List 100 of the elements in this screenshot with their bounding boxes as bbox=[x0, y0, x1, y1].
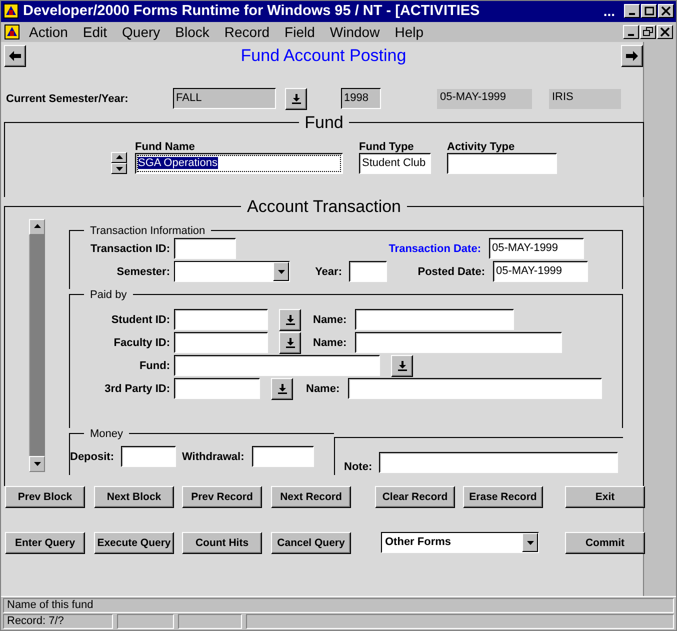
field-label: Withdrawal: bbox=[182, 450, 244, 463]
left-arrow-icon bbox=[9, 50, 21, 61]
menu-item[interactable]: Action bbox=[29, 24, 68, 40]
maximize-icon bbox=[644, 6, 654, 16]
list-button[interactable] bbox=[271, 378, 293, 400]
field-label: Faculty ID: bbox=[112, 336, 170, 349]
text-field[interactable] bbox=[447, 152, 557, 174]
text-field[interactable]: 05-MAY-1999 bbox=[489, 238, 584, 260]
up-arrow-icon bbox=[114, 152, 124, 162]
next-button[interactable] bbox=[621, 44, 643, 67]
text-field[interactable] bbox=[174, 378, 260, 400]
field-label: Fund: bbox=[138, 360, 170, 372]
form-button[interactable]: Prev Record bbox=[182, 486, 262, 508]
menu-item[interactable]: Edit bbox=[82, 24, 108, 40]
field-label: Deposit: bbox=[70, 450, 114, 463]
spin-down-button[interactable] bbox=[111, 162, 127, 174]
field-label: 3rd Party ID: bbox=[104, 382, 170, 395]
year-field[interactable]: 1998 bbox=[341, 88, 381, 110]
minimize-button[interactable] bbox=[624, 4, 640, 18]
field-label: Note: bbox=[344, 460, 372, 473]
minimize-icon bbox=[629, 13, 635, 16]
form-button[interactable]: Next Block bbox=[94, 486, 174, 508]
menu-item[interactable]: Block bbox=[175, 24, 210, 40]
form-button[interactable]: Count Hits bbox=[182, 532, 262, 554]
list-button[interactable] bbox=[285, 88, 307, 110]
list-button[interactable] bbox=[279, 308, 301, 331]
group-title: Money bbox=[89, 428, 124, 440]
forms-dropdown[interactable]: Other Forms bbox=[381, 532, 539, 553]
text-field[interactable] bbox=[354, 309, 514, 330]
semester-field[interactable]: FALL bbox=[173, 88, 276, 110]
field-label: Current Semester/Year: bbox=[6, 92, 130, 105]
download-arrow-icon bbox=[278, 384, 286, 394]
scroll-bar[interactable] bbox=[29, 218, 45, 472]
text-field[interactable]: Student Club bbox=[359, 152, 431, 174]
form-title: Fund Account Posting bbox=[240, 46, 408, 66]
field-label: Transaction Date: bbox=[388, 242, 481, 255]
previous-button[interactable] bbox=[4, 44, 26, 67]
section-title: Fund bbox=[304, 112, 344, 133]
restore-icon bbox=[643, 26, 653, 37]
field-label: Fund Name bbox=[135, 140, 196, 153]
download-arrow-icon bbox=[292, 94, 300, 104]
menu-item[interactable]: Record bbox=[224, 24, 270, 40]
form-button[interactable]: Prev Block bbox=[5, 486, 85, 508]
form-button[interactable]: Clear Record bbox=[375, 486, 455, 508]
form-button[interactable]: Next Record bbox=[271, 486, 351, 508]
text-field[interactable] bbox=[354, 332, 562, 354]
semester-dropdown[interactable] bbox=[174, 261, 290, 282]
form-button[interactable]: Exit bbox=[565, 486, 645, 508]
form-button[interactable]: Enter Query bbox=[5, 532, 85, 554]
title-ellipsis: ... bbox=[603, 3, 615, 20]
list-button[interactable] bbox=[391, 354, 413, 377]
maximize-button[interactable] bbox=[641, 4, 657, 18]
text-field[interactable]: SGA Operations bbox=[135, 152, 343, 174]
text-field[interactable] bbox=[174, 332, 268, 354]
form-button[interactable]: Commit bbox=[565, 532, 645, 554]
down-arrow-icon bbox=[276, 267, 286, 276]
field-label: Fund Type bbox=[359, 140, 415, 153]
menu-item[interactable]: Help bbox=[394, 24, 424, 40]
field-label: Transaction ID: bbox=[90, 242, 170, 255]
text-field[interactable] bbox=[349, 261, 387, 282]
list-button[interactable] bbox=[279, 332, 301, 354]
right-arrow-icon bbox=[626, 50, 638, 61]
menu-item[interactable]: Window bbox=[330, 24, 380, 40]
close-button[interactable] bbox=[657, 24, 673, 39]
section-title: Account Transaction bbox=[246, 196, 402, 217]
field-label: Semester: bbox=[116, 266, 170, 278]
field-label: Activity Type bbox=[447, 140, 516, 153]
field-label: Student ID: bbox=[110, 314, 170, 326]
field-label: Year: bbox=[314, 266, 342, 278]
field-label: Name: bbox=[306, 382, 340, 395]
date-display: 05-MAY-1999 bbox=[437, 88, 532, 109]
restore-button[interactable] bbox=[640, 24, 656, 39]
text-field[interactable] bbox=[174, 238, 236, 260]
field-label: Posted Date: bbox=[416, 266, 485, 278]
close-button[interactable] bbox=[658, 4, 674, 18]
minimize-icon bbox=[628, 34, 634, 36]
text-field[interactable] bbox=[252, 446, 314, 468]
menu-item[interactable]: Field bbox=[284, 24, 315, 40]
form-button[interactable]: Cancel Query bbox=[271, 532, 351, 554]
text-field[interactable] bbox=[379, 452, 618, 473]
text-field[interactable]: 05-MAY-1999 bbox=[493, 261, 588, 282]
form-button[interactable]: Erase Record bbox=[463, 486, 543, 508]
spin-up-button[interactable] bbox=[111, 152, 127, 163]
download-arrow-icon bbox=[398, 360, 406, 371]
minimize-button[interactable] bbox=[623, 24, 639, 39]
close-icon bbox=[660, 26, 670, 37]
field-label: Name: bbox=[313, 336, 347, 349]
window-title: Developer/2000 Forms Runtime for Windows 95 / NT - [ACTIVITIES bbox=[23, 3, 480, 20]
status-message: Name of this fund bbox=[3, 598, 674, 613]
down-arrow-icon bbox=[32, 459, 42, 468]
text-field[interactable] bbox=[348, 378, 602, 400]
text-field[interactable] bbox=[174, 309, 268, 330]
group-title: Paid by bbox=[89, 288, 128, 301]
form-button[interactable]: Execute Query bbox=[94, 532, 174, 554]
text-field[interactable] bbox=[121, 446, 176, 468]
text-field[interactable] bbox=[174, 355, 380, 376]
download-arrow-icon bbox=[286, 314, 294, 325]
field-label: Name: bbox=[313, 314, 347, 326]
close-icon bbox=[661, 6, 671, 16]
menu-item[interactable]: Query bbox=[122, 24, 160, 40]
